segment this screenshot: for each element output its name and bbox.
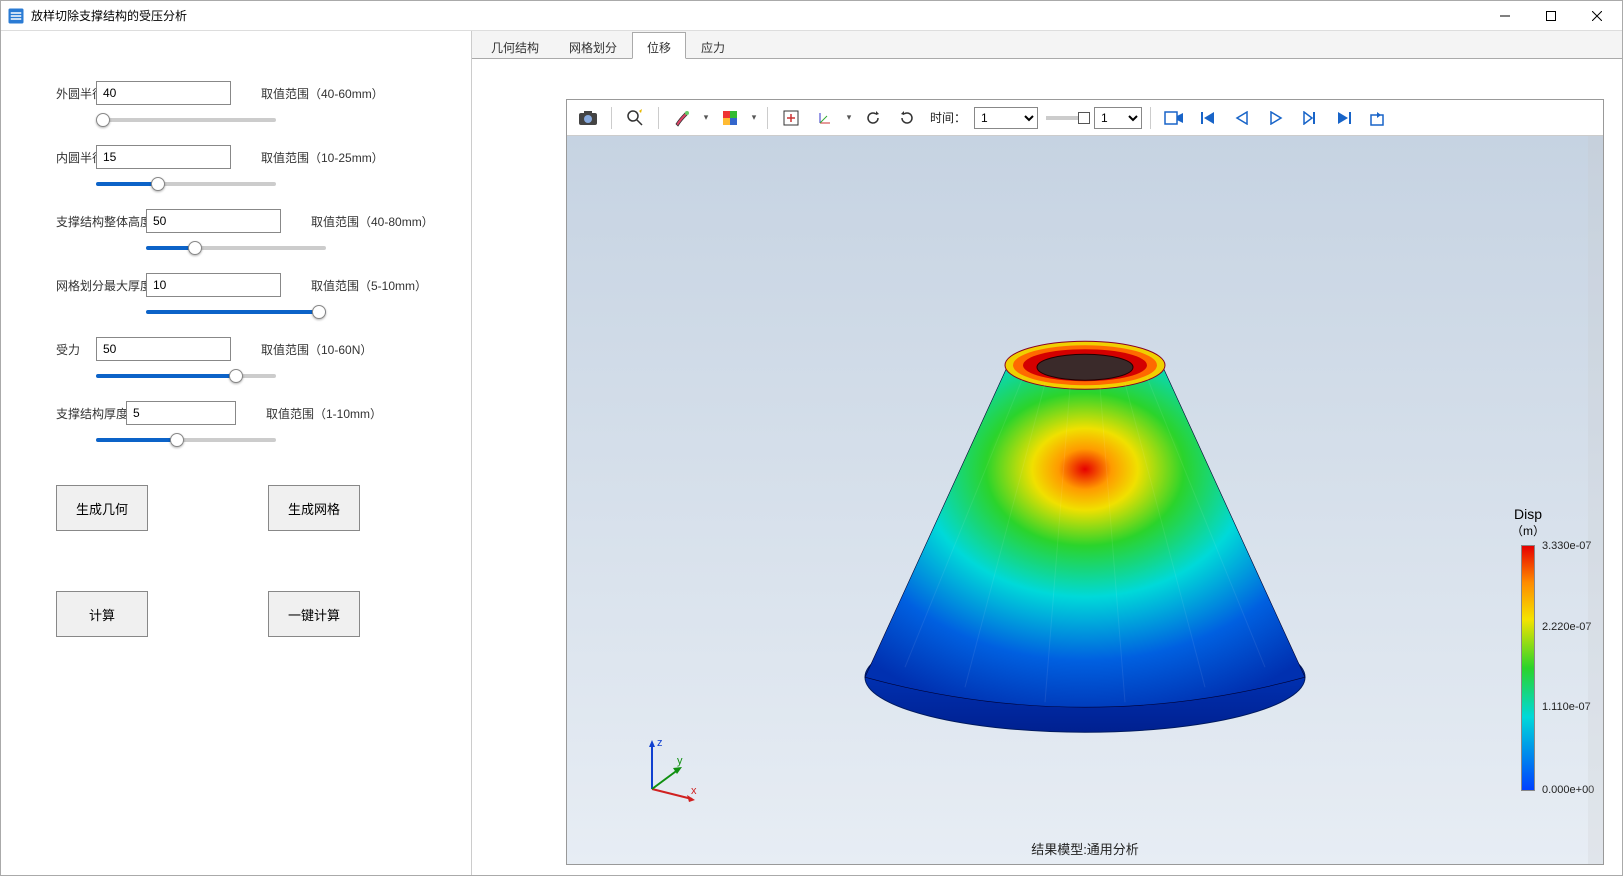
minimize-button[interactable] [1482, 1, 1528, 31]
app-icon [7, 7, 25, 25]
legend-tick: 1.110e-07 [1542, 701, 1591, 713]
force-slider[interactable] [96, 374, 276, 378]
brush-dropdown-icon[interactable]: ▾ [701, 112, 711, 123]
outer-radius-slider[interactable] [96, 118, 276, 122]
fit-view-icon[interactable] [776, 104, 806, 132]
thickness-slider[interactable] [96, 438, 276, 442]
skip-first-icon[interactable] [1193, 104, 1223, 132]
force-range: 取值范围（10-60N） [261, 341, 372, 358]
mesh-max-label: 网格划分最大厚度 [56, 277, 146, 294]
height-input[interactable] [146, 209, 281, 233]
axes-dropdown-icon[interactable]: ▾ [844, 112, 854, 123]
legend-title: Disp [1473, 506, 1583, 522]
window-title: 放样切除支撑结构的受压分析 [31, 7, 1482, 24]
tab-stress[interactable]: 应力 [686, 32, 740, 59]
parameter-panel: 外圆半径 取值范围（40-60mm） 内圆半径 取值范围（10-25mm） 支撑… [1, 31, 471, 875]
rotate-cw-icon[interactable] [892, 104, 922, 132]
main-area: 几何结构 网格划分 位移 应力 ▾ ▾ [471, 31, 1622, 875]
svg-text:y: y [677, 755, 683, 767]
outer-radius-range: 取值范围（40-60mm） [261, 85, 384, 102]
force-label: 受力 [56, 341, 81, 358]
mesh-max-range: 取值范围（5-10mm） [311, 277, 427, 294]
export-icon[interactable] [1363, 104, 1393, 132]
compute-button[interactable]: 计算 [56, 591, 148, 637]
rotate-ccw-icon[interactable] [858, 104, 888, 132]
time-label: 时间： [930, 109, 966, 126]
result-model-label: 结果模型:通用分析 [567, 839, 1603, 858]
result-cone-icon [845, 308, 1325, 748]
outer-radius-label: 外圆半径 [56, 85, 96, 102]
axes-xyz-icon[interactable] [810, 104, 840, 132]
svg-text:z: z [657, 737, 663, 749]
thickness-input[interactable] [126, 401, 236, 425]
screenshot-icon[interactable] [573, 104, 603, 132]
one-click-compute-button[interactable]: 一键计算 [268, 591, 360, 637]
skip-last-icon[interactable] [1329, 104, 1359, 132]
tab-displacement[interactable]: 位移 [632, 32, 686, 59]
title-bar: 放样切除支撑结构的受压分析 [1, 1, 1622, 31]
tab-geometry[interactable]: 几何结构 [476, 32, 554, 59]
app-window: 放样切除支撑结构的受压分析 外圆半径 取值范围（40-60mm） 内圆半径 取值… [0, 0, 1623, 876]
tab-mesh[interactable]: 网格划分 [554, 32, 632, 59]
outer-radius-input[interactable] [96, 81, 231, 105]
svg-text:x: x [691, 785, 697, 797]
axis-triad-icon: z x y [637, 734, 707, 804]
legend-tick: 2.220e-07 [1542, 621, 1592, 633]
time-combo[interactable]: 1 [974, 107, 1038, 129]
legend-tick: 3.330e-07 [1542, 540, 1592, 552]
height-range: 取值范围（40-80mm） [311, 213, 434, 230]
inner-radius-range: 取值范围（10-25mm） [261, 149, 384, 166]
record-icon[interactable] [1159, 104, 1189, 132]
mesh-max-slider[interactable] [146, 310, 326, 314]
3d-viewer: ▾ ▾ ▾ 时间： 1 1 [566, 99, 1604, 865]
cube-color-icon[interactable] [715, 104, 745, 132]
cube-color-dropdown-icon[interactable]: ▾ [749, 112, 759, 123]
generate-geometry-button[interactable]: 生成几何 [56, 485, 148, 531]
maximize-button[interactable] [1528, 1, 1574, 31]
time-slider[interactable] [1046, 116, 1086, 120]
thickness-range: 取值范围（1-10mm） [266, 405, 382, 422]
inner-radius-slider[interactable] [96, 182, 276, 186]
legend-bar: 3.330e-07 2.220e-07 1.110e-07 0.000e+00 [1521, 545, 1535, 791]
zoom-icon[interactable] [620, 104, 650, 132]
close-button[interactable] [1574, 1, 1620, 31]
tab-bar: 几何结构 网格划分 位移 应力 [472, 31, 1622, 59]
legend-unit: （m） [1473, 522, 1583, 539]
brush-icon[interactable] [667, 104, 697, 132]
legend-tick: 0.000e+00 [1542, 784, 1594, 796]
force-input[interactable] [96, 337, 231, 361]
render-canvas[interactable]: z x y Disp （m） [567, 136, 1603, 864]
mesh-max-input[interactable] [146, 273, 281, 297]
play-back-icon[interactable] [1227, 104, 1257, 132]
color-legend: Disp （m） 3.330e-07 2.220e-07 1.110e-07 0… [1473, 506, 1583, 791]
window-controls [1482, 1, 1620, 31]
scrollbar[interactable] [1588, 136, 1603, 864]
height-slider[interactable] [146, 246, 326, 250]
step-combo[interactable]: 1 [1094, 107, 1142, 129]
generate-mesh-button[interactable]: 生成网格 [268, 485, 360, 531]
thickness-label: 支撑结构厚度 [56, 405, 126, 422]
viewer-toolbar: ▾ ▾ ▾ 时间： 1 1 [567, 100, 1603, 136]
inner-radius-label: 内圆半径 [56, 149, 96, 166]
inner-radius-input[interactable] [96, 145, 231, 169]
step-forward-icon[interactable] [1295, 104, 1325, 132]
play-forward-icon[interactable] [1261, 104, 1291, 132]
height-label: 支撑结构整体高度 [56, 213, 146, 230]
